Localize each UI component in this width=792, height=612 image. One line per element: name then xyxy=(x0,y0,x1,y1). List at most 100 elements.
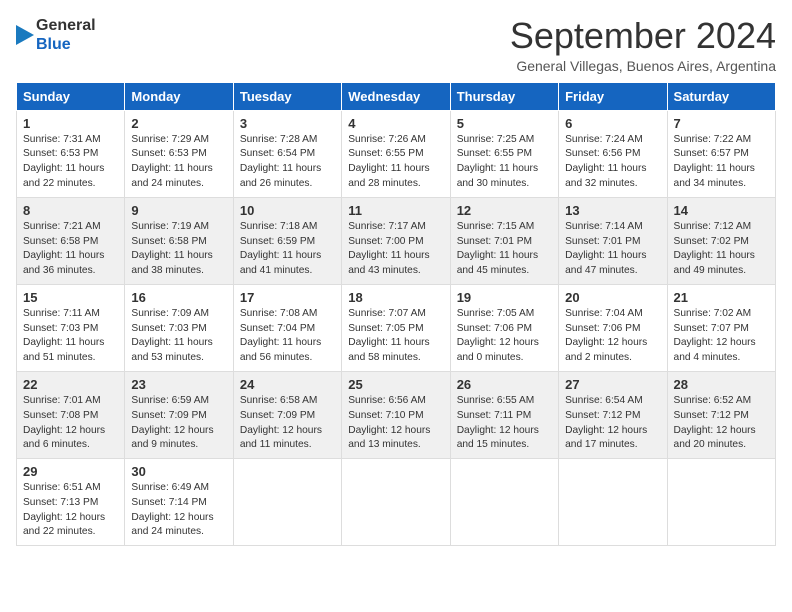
day-info: Sunrise: 7:14 AM Sunset: 7:01 PM Dayligh… xyxy=(565,220,660,279)
day-info: Sunrise: 6:59 AM Sunset: 7:09 PM Dayligh… xyxy=(131,394,226,453)
day-info: Sunrise: 7:04 AM Sunset: 7:06 PM Dayligh… xyxy=(565,307,660,366)
calendar-header-tuesday: Tuesday xyxy=(233,82,341,110)
calendar-header-sunday: Sunday xyxy=(17,82,125,110)
day-number: 1 xyxy=(23,116,118,131)
calendar-cell xyxy=(342,459,450,546)
calendar-header-friday: Friday xyxy=(559,82,667,110)
day-info: Sunrise: 7:01 AM Sunset: 7:08 PM Dayligh… xyxy=(23,394,118,453)
day-info: Sunrise: 7:28 AM Sunset: 6:54 PM Dayligh… xyxy=(240,133,335,192)
calendar-table: SundayMondayTuesdayWednesdayThursdayFrid… xyxy=(16,82,776,547)
day-number: 18 xyxy=(348,290,443,305)
day-info: Sunrise: 6:58 AM Sunset: 7:09 PM Dayligh… xyxy=(240,394,335,453)
calendar-cell: 4 Sunrise: 7:26 AM Sunset: 6:55 PM Dayli… xyxy=(342,110,450,197)
calendar-cell: 23 Sunrise: 6:59 AM Sunset: 7:09 PM Dayl… xyxy=(125,371,233,458)
day-number: 17 xyxy=(240,290,335,305)
calendar-cell: 29 Sunrise: 6:51 AM Sunset: 7:13 PM Dayl… xyxy=(17,459,125,546)
day-info: Sunrise: 6:56 AM Sunset: 7:10 PM Dayligh… xyxy=(348,394,443,453)
calendar-cell: 12 Sunrise: 7:15 AM Sunset: 7:01 PM Dayl… xyxy=(450,197,558,284)
day-number: 6 xyxy=(565,116,660,131)
day-number: 16 xyxy=(131,290,226,305)
calendar-cell: 24 Sunrise: 6:58 AM Sunset: 7:09 PM Dayl… xyxy=(233,371,341,458)
calendar-cell: 22 Sunrise: 7:01 AM Sunset: 7:08 PM Dayl… xyxy=(17,371,125,458)
day-info: Sunrise: 7:25 AM Sunset: 6:55 PM Dayligh… xyxy=(457,133,552,192)
day-info: Sunrise: 7:07 AM Sunset: 7:05 PM Dayligh… xyxy=(348,307,443,366)
day-info: Sunrise: 7:11 AM Sunset: 7:03 PM Dayligh… xyxy=(23,307,118,366)
calendar-cell: 11 Sunrise: 7:17 AM Sunset: 7:00 PM Dayl… xyxy=(342,197,450,284)
calendar-row-1: 1 Sunrise: 7:31 AM Sunset: 6:53 PM Dayli… xyxy=(17,110,776,197)
calendar-header-monday: Monday xyxy=(125,82,233,110)
logo-blue-label: Blue xyxy=(36,35,96,54)
day-number: 14 xyxy=(674,203,769,218)
day-info: Sunrise: 7:02 AM Sunset: 7:07 PM Dayligh… xyxy=(674,307,769,366)
calendar-cell: 27 Sunrise: 6:54 AM Sunset: 7:12 PM Dayl… xyxy=(559,371,667,458)
calendar-cell: 9 Sunrise: 7:19 AM Sunset: 6:58 PM Dayli… xyxy=(125,197,233,284)
day-number: 29 xyxy=(23,464,118,479)
calendar-header-wednesday: Wednesday xyxy=(342,82,450,110)
calendar-row-3: 15 Sunrise: 7:11 AM Sunset: 7:03 PM Dayl… xyxy=(17,284,776,371)
day-number: 21 xyxy=(674,290,769,305)
logo-container: General Blue xyxy=(16,16,96,54)
title-block: September 2024 General Villegas, Buenos … xyxy=(510,16,776,74)
day-info: Sunrise: 7:15 AM Sunset: 7:01 PM Dayligh… xyxy=(457,220,552,279)
day-info: Sunrise: 7:17 AM Sunset: 7:00 PM Dayligh… xyxy=(348,220,443,279)
month-title: September 2024 xyxy=(510,16,776,56)
calendar-cell: 28 Sunrise: 6:52 AM Sunset: 7:12 PM Dayl… xyxy=(667,371,775,458)
calendar-cell xyxy=(667,459,775,546)
calendar-row-2: 8 Sunrise: 7:21 AM Sunset: 6:58 PM Dayli… xyxy=(17,197,776,284)
calendar-cell: 19 Sunrise: 7:05 AM Sunset: 7:06 PM Dayl… xyxy=(450,284,558,371)
day-info: Sunrise: 7:18 AM Sunset: 6:59 PM Dayligh… xyxy=(240,220,335,279)
day-info: Sunrise: 7:21 AM Sunset: 6:58 PM Dayligh… xyxy=(23,220,118,279)
day-number: 3 xyxy=(240,116,335,131)
day-info: Sunrise: 7:09 AM Sunset: 7:03 PM Dayligh… xyxy=(131,307,226,366)
day-number: 23 xyxy=(131,377,226,392)
day-info: Sunrise: 7:22 AM Sunset: 6:57 PM Dayligh… xyxy=(674,133,769,192)
day-info: Sunrise: 7:29 AM Sunset: 6:53 PM Dayligh… xyxy=(131,133,226,192)
logo: General Blue xyxy=(16,16,96,54)
calendar-cell: 26 Sunrise: 6:55 AM Sunset: 7:11 PM Dayl… xyxy=(450,371,558,458)
calendar-cell xyxy=(559,459,667,546)
calendar-cell: 8 Sunrise: 7:21 AM Sunset: 6:58 PM Dayli… xyxy=(17,197,125,284)
calendar-cell xyxy=(450,459,558,546)
day-number: 30 xyxy=(131,464,226,479)
calendar-cell: 17 Sunrise: 7:08 AM Sunset: 7:04 PM Dayl… xyxy=(233,284,341,371)
calendar-cell: 7 Sunrise: 7:22 AM Sunset: 6:57 PM Dayli… xyxy=(667,110,775,197)
day-number: 13 xyxy=(565,203,660,218)
calendar-header-saturday: Saturday xyxy=(667,82,775,110)
logo-general-label: General xyxy=(36,16,96,35)
day-number: 20 xyxy=(565,290,660,305)
day-number: 25 xyxy=(348,377,443,392)
day-number: 11 xyxy=(348,203,443,218)
calendar-cell: 14 Sunrise: 7:12 AM Sunset: 7:02 PM Dayl… xyxy=(667,197,775,284)
day-info: Sunrise: 6:51 AM Sunset: 7:13 PM Dayligh… xyxy=(23,481,118,540)
calendar-cell: 18 Sunrise: 7:07 AM Sunset: 7:05 PM Dayl… xyxy=(342,284,450,371)
subtitle: General Villegas, Buenos Aires, Argentin… xyxy=(510,58,776,74)
calendar-cell: 16 Sunrise: 7:09 AM Sunset: 7:03 PM Dayl… xyxy=(125,284,233,371)
day-info: Sunrise: 7:24 AM Sunset: 6:56 PM Dayligh… xyxy=(565,133,660,192)
day-info: Sunrise: 7:08 AM Sunset: 7:04 PM Dayligh… xyxy=(240,307,335,366)
day-number: 28 xyxy=(674,377,769,392)
calendar-header-thursday: Thursday xyxy=(450,82,558,110)
day-number: 19 xyxy=(457,290,552,305)
day-info: Sunrise: 7:12 AM Sunset: 7:02 PM Dayligh… xyxy=(674,220,769,279)
day-number: 24 xyxy=(240,377,335,392)
day-number: 9 xyxy=(131,203,226,218)
day-number: 8 xyxy=(23,203,118,218)
day-info: Sunrise: 6:52 AM Sunset: 7:12 PM Dayligh… xyxy=(674,394,769,453)
day-number: 10 xyxy=(240,203,335,218)
logo-triangle-icon xyxy=(16,21,34,49)
calendar-cell: 21 Sunrise: 7:02 AM Sunset: 7:07 PM Dayl… xyxy=(667,284,775,371)
calendar-cell: 2 Sunrise: 7:29 AM Sunset: 6:53 PM Dayli… xyxy=(125,110,233,197)
calendar-row-5: 29 Sunrise: 6:51 AM Sunset: 7:13 PM Dayl… xyxy=(17,459,776,546)
day-number: 2 xyxy=(131,116,226,131)
day-info: Sunrise: 6:54 AM Sunset: 7:12 PM Dayligh… xyxy=(565,394,660,453)
day-number: 27 xyxy=(565,377,660,392)
day-number: 15 xyxy=(23,290,118,305)
calendar-cell: 1 Sunrise: 7:31 AM Sunset: 6:53 PM Dayli… xyxy=(17,110,125,197)
day-number: 5 xyxy=(457,116,552,131)
day-number: 4 xyxy=(348,116,443,131)
day-info: Sunrise: 7:05 AM Sunset: 7:06 PM Dayligh… xyxy=(457,307,552,366)
calendar-row-4: 22 Sunrise: 7:01 AM Sunset: 7:08 PM Dayl… xyxy=(17,371,776,458)
page-header: General Blue September 2024 General Vill… xyxy=(16,16,776,74)
day-info: Sunrise: 6:55 AM Sunset: 7:11 PM Dayligh… xyxy=(457,394,552,453)
day-info: Sunrise: 6:49 AM Sunset: 7:14 PM Dayligh… xyxy=(131,481,226,540)
